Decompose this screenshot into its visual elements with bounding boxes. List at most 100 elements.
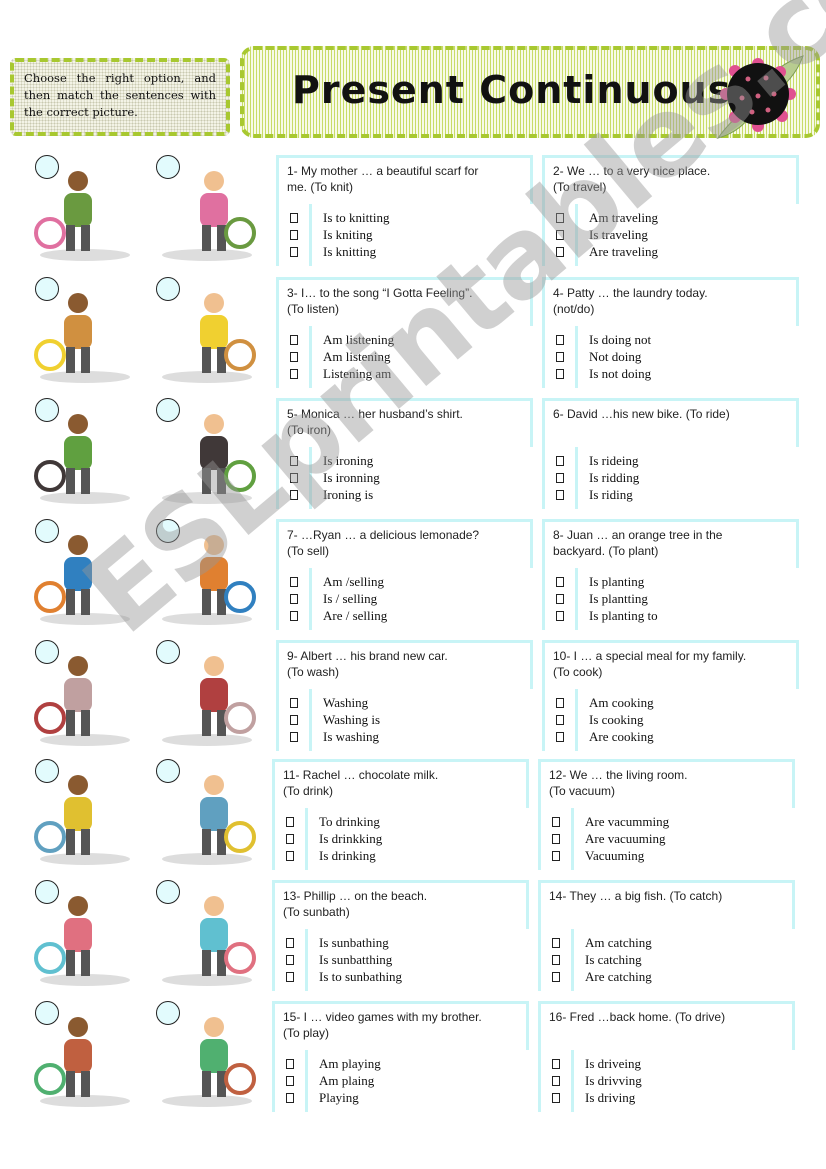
option-checkbox[interactable] [556,247,564,257]
answer-option[interactable]: Am playing [275,1055,529,1072]
option-checkbox[interactable] [552,955,560,965]
boy-riding-bike-picture [34,171,130,261]
answer-option[interactable]: Am traveling [545,209,799,226]
option-checkbox[interactable] [290,577,298,587]
answer-option[interactable]: Is sunbatthing [275,951,529,968]
option-checkbox[interactable] [552,1059,560,1069]
answer-option[interactable]: Am listening [279,348,533,365]
option-checkbox[interactable] [286,1059,294,1069]
option-checkbox[interactable] [552,972,560,982]
option-checkbox[interactable] [290,611,298,621]
answer-option[interactable]: Is doing not [545,331,799,348]
option-checkbox[interactable] [290,456,298,466]
answer-option[interactable]: Is plantting [545,590,799,607]
answer-option[interactable]: Are vacumming [541,813,795,830]
answer-option[interactable]: Not doing [545,348,799,365]
answer-option[interactable]: To drinking [275,813,529,830]
option-checkbox[interactable] [290,230,298,240]
option-checkbox[interactable] [290,473,298,483]
option-checkbox[interactable] [290,352,298,362]
answer-option[interactable]: Ironing is [279,486,533,503]
option-checkbox[interactable] [552,834,560,844]
option-checkbox[interactable] [286,817,294,827]
answer-option[interactable]: Am /selling [279,573,533,590]
option-checkbox[interactable] [556,611,564,621]
answer-option[interactable]: Are cooking [545,728,799,745]
answer-option[interactable]: Vacuuming [541,847,795,864]
answer-option[interactable]: Are / selling [279,607,533,624]
answer-option[interactable]: Are traveling [545,243,799,260]
answer-option[interactable]: Is riding [545,486,799,503]
answer-option[interactable]: Is planting to [545,607,799,624]
option-checkbox[interactable] [556,715,564,725]
prompt-line: (To vacuum) [549,784,616,798]
answer-option[interactable]: Listening am [279,365,533,382]
answer-option[interactable]: Am cooking [545,694,799,711]
answer-option[interactable]: Am plaing [275,1072,529,1089]
answer-option[interactable]: Is washing [279,728,533,745]
option-checkbox[interactable] [556,594,564,604]
option-checkbox[interactable] [290,335,298,345]
answer-option[interactable]: Is kniting [279,226,533,243]
option-checkbox[interactable] [290,490,298,500]
answer-option[interactable]: Is to knitting [279,209,533,226]
option-checkbox[interactable] [286,955,294,965]
option-checkbox[interactable] [286,972,294,982]
option-checkbox[interactable] [290,213,298,223]
answer-option[interactable]: Washing is [279,711,533,728]
answer-option[interactable]: Is / selling [279,590,533,607]
option-checkbox[interactable] [556,213,564,223]
answer-option[interactable]: Is knitting [279,243,533,260]
option-checkbox[interactable] [552,1076,560,1086]
answer-option[interactable]: Is driving [541,1089,795,1106]
option-checkbox[interactable] [290,594,298,604]
answer-option[interactable]: Is rideing [545,452,799,469]
option-checkbox[interactable] [556,335,564,345]
answer-option[interactable]: Washing [279,694,533,711]
option-checkbox[interactable] [290,732,298,742]
answer-option[interactable]: Is drinking [275,847,529,864]
answer-option[interactable]: Is ironning [279,469,533,486]
option-checkbox[interactable] [286,938,294,948]
answer-option[interactable]: Is catching [541,951,795,968]
option-checkbox[interactable] [556,732,564,742]
option-checkbox[interactable] [552,1093,560,1103]
answer-option[interactable]: Is not doing [545,365,799,382]
option-checkbox[interactable] [286,1093,294,1103]
option-checkbox[interactable] [556,577,564,587]
option-checkbox[interactable] [552,851,560,861]
answer-option[interactable]: Is ridding [545,469,799,486]
answer-option[interactable]: Are catching [541,968,795,985]
option-checkbox[interactable] [556,230,564,240]
option-checkbox[interactable] [556,456,564,466]
answer-option[interactable]: Is planting [545,573,799,590]
option-checkbox[interactable] [290,247,298,257]
option-checkbox[interactable] [290,698,298,708]
answer-option[interactable]: Is traveling [545,226,799,243]
answer-option[interactable]: Am listtening [279,331,533,348]
answer-option[interactable]: Is sunbathing [275,934,529,951]
answer-option[interactable]: Is to sunbathing [275,968,529,985]
answer-option[interactable]: Are vacuuming [541,830,795,847]
option-checkbox[interactable] [552,817,560,827]
option-checkbox[interactable] [552,938,560,948]
option-checkbox[interactable] [286,851,294,861]
option-checkbox[interactable] [290,715,298,725]
option-checkbox[interactable] [290,369,298,379]
answer-option[interactable]: Is drivving [541,1072,795,1089]
option-checkbox[interactable] [556,473,564,483]
answer-option[interactable]: Am catching [541,934,795,951]
answer-option[interactable]: Is driveing [541,1055,795,1072]
question-prompt-box: 16- Fred …back home. (To drive) [538,1001,795,1053]
answer-option[interactable]: Playing [275,1089,529,1106]
option-checkbox[interactable] [286,834,294,844]
option-checkbox[interactable] [556,352,564,362]
option-checkbox[interactable] [286,1076,294,1086]
answer-option[interactable]: Is cooking [545,711,799,728]
answer-option[interactable]: Is ironing [279,452,533,469]
option-label: Are vacumming [585,814,670,829]
option-checkbox[interactable] [556,369,564,379]
answer-option[interactable]: Is drinkking [275,830,529,847]
option-checkbox[interactable] [556,698,564,708]
option-checkbox[interactable] [556,490,564,500]
